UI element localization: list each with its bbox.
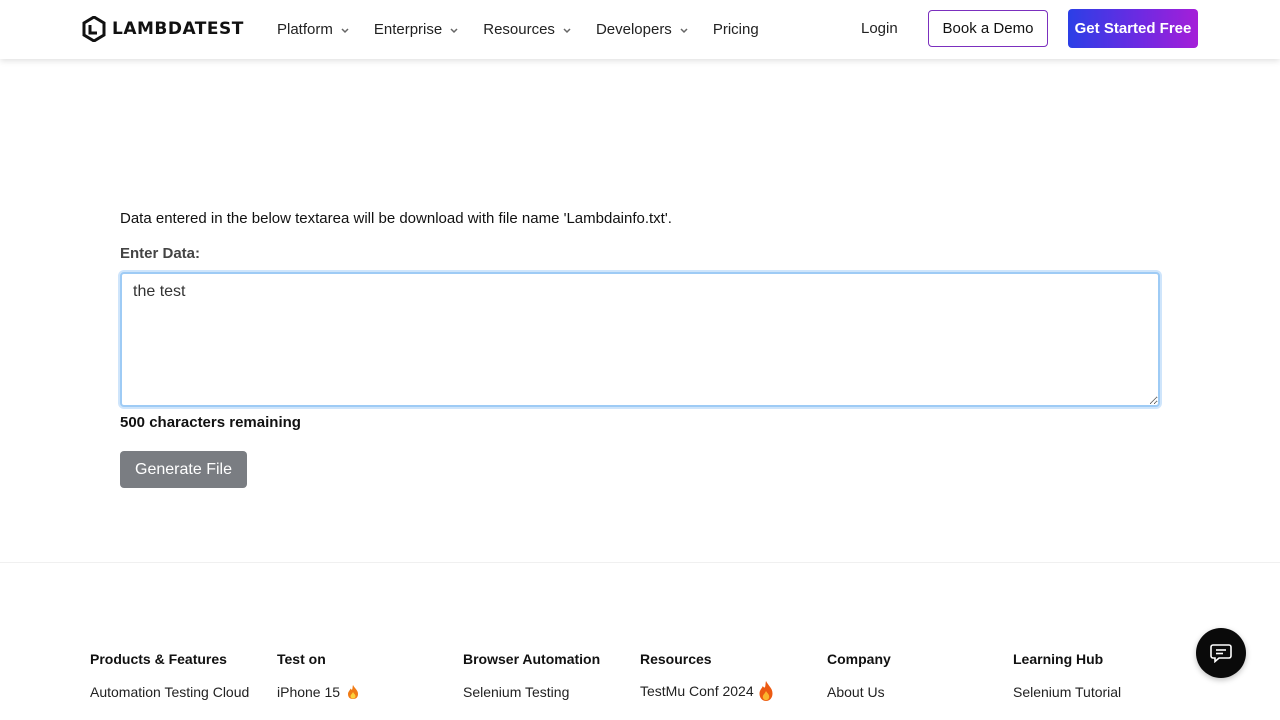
footer-link[interactable]: TestMu Conf 2024 <box>640 680 774 702</box>
footer-column-browser-automation: Browser Automation Selenium Testing <box>463 651 600 700</box>
chevron-down-icon <box>680 27 688 33</box>
nav-label: Pricing <box>712 21 759 38</box>
nav-enterprise[interactable]: Enterprise <box>374 21 459 38</box>
footer-column-learning-hub: Learning Hub Selenium Tutorial <box>1013 651 1121 700</box>
login-link[interactable]: Login <box>861 20 898 37</box>
book-demo-button[interactable]: Book a Demo <box>928 10 1048 47</box>
footer-column-title: Test on <box>277 651 326 667</box>
fire-icon <box>759 681 773 701</box>
fire-icon <box>348 685 359 699</box>
get-started-button[interactable]: Get Started Free <box>1068 9 1198 48</box>
footer-divider <box>0 562 1280 563</box>
footer-link[interactable]: Selenium Testing <box>463 684 600 700</box>
nav-label: Platform <box>277 21 333 38</box>
footer-link-text: Selenium Tutorial <box>1013 684 1122 700</box>
info-text: Data entered in the below textarea will … <box>120 210 672 227</box>
footer-column-test-on: Test on iPhone 15 <box>277 651 360 700</box>
footer-column-resources: Resources TestMu Conf 2024 <box>640 651 774 702</box>
footer-column-title: Products & Features <box>90 651 227 667</box>
footer-link[interactable]: iPhone 15 <box>277 684 360 700</box>
chevron-down-icon <box>563 27 571 33</box>
characters-remaining: 500 characters remaining <box>120 414 301 431</box>
footer-column-title: Browser Automation <box>463 651 601 667</box>
nav-platform[interactable]: Platform <box>277 21 350 38</box>
site-header: LAMBDATEST Platform Enterprise Resources… <box>0 0 1280 59</box>
nav-label: Enterprise <box>373 21 443 38</box>
footer-column-title: Company <box>827 651 891 667</box>
nav-label: Resources <box>483 21 555 38</box>
chat-icon <box>1210 644 1232 663</box>
data-textarea[interactable]: the test <box>120 272 1160 407</box>
logo-text: LAMBDATEST <box>112 19 244 39</box>
footer-column-products: Products & Features Automation Testing C… <box>90 651 249 700</box>
generate-file-button[interactable]: Generate File <box>120 451 247 488</box>
footer-link-text: Automation Testing Cloud <box>90 684 250 700</box>
footer-link-text: TestMu Conf 2024 <box>640 683 754 699</box>
nav-label: Developers <box>595 21 672 38</box>
main-nav: Platform Enterprise Resources Developers… <box>277 0 783 59</box>
footer-column-company: Company About Us <box>827 651 891 700</box>
footer-link-text: iPhone 15 <box>277 684 341 700</box>
footer-link-text: About Us <box>827 684 885 700</box>
nav-pricing[interactable]: Pricing <box>713 21 759 38</box>
footer-link[interactable]: Automation Testing Cloud <box>90 684 249 700</box>
footer-column-title: Resources <box>640 651 712 667</box>
enter-data-label: Enter Data: <box>120 245 201 262</box>
logo[interactable]: LAMBDATEST <box>82 16 244 42</box>
footer-link[interactable]: About Us <box>827 684 891 700</box>
chevron-down-icon <box>450 27 458 33</box>
footer-column-title: Learning Hub <box>1013 651 1104 667</box>
nav-resources[interactable]: Resources <box>483 21 572 38</box>
footer-link-text: Selenium Testing <box>463 684 570 700</box>
footer-link[interactable]: Selenium Tutorial <box>1013 684 1121 700</box>
nav-developers[interactable]: Developers <box>596 21 689 38</box>
lambdatest-logo-icon <box>82 16 106 42</box>
chat-button[interactable] <box>1196 628 1246 678</box>
chevron-down-icon <box>341 27 349 33</box>
